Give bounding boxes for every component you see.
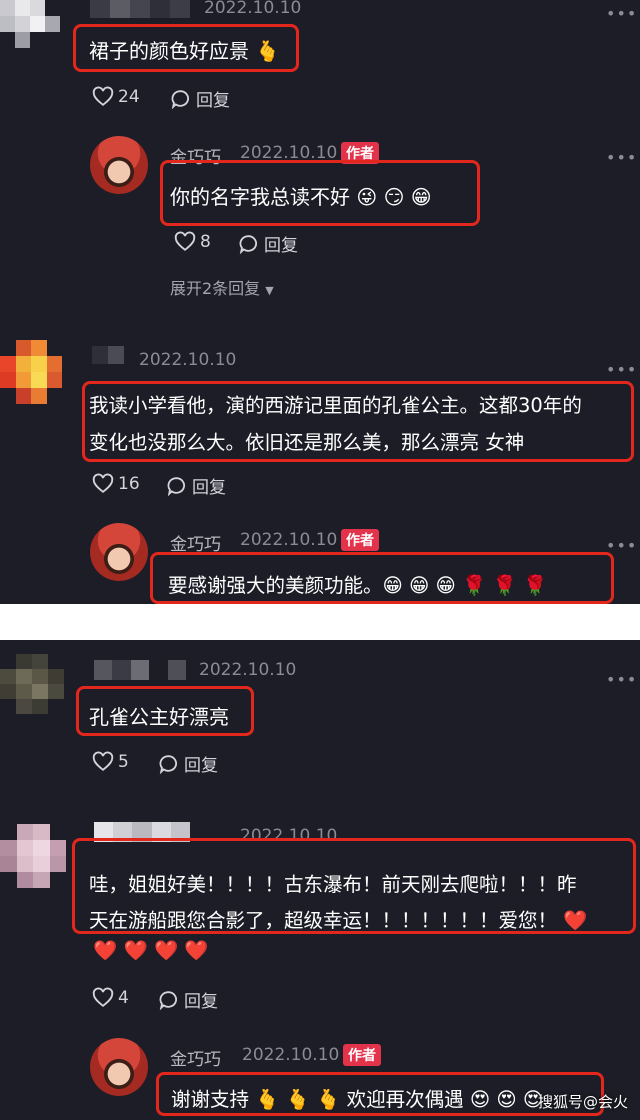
reply-button[interactable]: 回复 bbox=[170, 86, 230, 111]
like-count: 24 bbox=[118, 87, 140, 107]
comment-text: 你的名字我总读不好 😜 😏 😁 bbox=[170, 185, 432, 209]
more-icon[interactable]: ••• bbox=[606, 360, 637, 379]
comment-bubble-icon bbox=[158, 989, 180, 1011]
expand-replies-label: 展开2条回复 bbox=[170, 279, 261, 298]
comment-text-line-2: 天在游船跟您合影了，超级幸运！！！！！！！爱您！ ❤️ bbox=[89, 909, 588, 932]
comment-bubble-icon bbox=[170, 88, 192, 110]
comment-date: 2022.10.10 bbox=[240, 530, 338, 550]
like-count: 4 bbox=[118, 988, 129, 1008]
more-icon[interactable]: ••• bbox=[606, 148, 637, 167]
like-button[interactable]: 8 bbox=[174, 231, 211, 253]
comments-panel-top: 2022.10.10 ••• 裙子的颜色好应景 🫰 24 回复 金巧巧 2022… bbox=[0, 0, 640, 604]
like-count: 8 bbox=[200, 232, 211, 252]
comment-text: 裙子的颜色好应景 🫰 bbox=[89, 39, 281, 63]
heart-icon bbox=[174, 231, 196, 253]
comment-date: 2022.10.10 bbox=[204, 0, 302, 18]
reply-button[interactable]: 回复 bbox=[166, 473, 226, 498]
author-avatar[interactable] bbox=[90, 136, 148, 194]
comment-date: 2022.10.10 bbox=[242, 1045, 340, 1065]
author-badge: 作者 bbox=[341, 529, 379, 551]
comment-text-line-2: 变化也没那么大。依旧还是那么美，那么漂亮 女神 bbox=[89, 431, 525, 454]
comment-text-line-1: 我读小学看他，演的西游记里面的孔雀公主。这都30年的 bbox=[89, 394, 582, 417]
blurred-avatar bbox=[0, 0, 60, 48]
comment-text: 谢谢支持 🫰 🫰 🫰 欢迎再次偶遇 😍 😍 😍 bbox=[171, 1088, 544, 1111]
author-avatar[interactable] bbox=[90, 1038, 148, 1096]
comment-text: 要感谢强大的美颜功能。😁 😁 😁 🌹 🌹 🌹 bbox=[168, 574, 548, 597]
more-icon[interactable]: ••• bbox=[606, 536, 637, 555]
author-name[interactable]: 金巧巧 bbox=[170, 1045, 221, 1070]
comment-text-line-3: ❤️ ❤️ ❤️ ❤️ bbox=[93, 939, 209, 962]
blurred-username bbox=[90, 0, 190, 18]
blurred-avatar bbox=[0, 824, 66, 888]
watermark: 搜狐号@会火 bbox=[537, 1093, 628, 1111]
reply-button[interactable]: 回复 bbox=[158, 751, 218, 776]
like-button[interactable]: 24 bbox=[92, 86, 140, 108]
author-badge: 作者 bbox=[343, 1044, 381, 1066]
comment-bubble-icon bbox=[166, 475, 188, 497]
like-button[interactable]: 5 bbox=[92, 751, 129, 773]
reply-label: 回复 bbox=[196, 91, 230, 111]
reply-label: 回复 bbox=[264, 236, 298, 256]
reply-label: 回复 bbox=[184, 756, 218, 776]
blurred-avatar bbox=[0, 654, 64, 714]
comment-bubble-icon bbox=[238, 233, 260, 255]
caret-down-icon: ▼ bbox=[265, 284, 274, 297]
expand-replies-link[interactable]: 展开2条回复 ▼ bbox=[170, 275, 274, 299]
reply-button[interactable]: 回复 bbox=[238, 231, 298, 256]
comment-bubble-icon bbox=[158, 753, 180, 775]
author-avatar[interactable] bbox=[90, 523, 148, 581]
heart-icon bbox=[92, 473, 114, 495]
like-button[interactable]: 4 bbox=[92, 987, 129, 1009]
comments-panel-bottom: 2022.10.10 ••• 孔雀公主好漂亮 5 回复 2022.10.10 哇… bbox=[0, 640, 640, 1120]
like-count: 16 bbox=[118, 474, 140, 494]
reply-label: 回复 bbox=[192, 478, 226, 498]
like-count: 5 bbox=[118, 752, 129, 772]
blurred-username bbox=[94, 660, 186, 680]
like-button[interactable]: 16 bbox=[92, 473, 140, 495]
reply-label: 回复 bbox=[184, 992, 218, 1012]
blurred-username bbox=[92, 346, 124, 364]
more-icon[interactable]: ••• bbox=[606, 4, 637, 23]
comment-date: 2022.10.10 bbox=[199, 660, 297, 680]
comment-text: 孔雀公主好漂亮 bbox=[89, 705, 229, 729]
heart-icon bbox=[92, 987, 114, 1009]
reply-button[interactable]: 回复 bbox=[158, 987, 218, 1012]
heart-icon bbox=[92, 751, 114, 773]
more-icon[interactable]: ••• bbox=[606, 670, 637, 689]
comment-text-line-1: 哇，姐姐好美！！！！古东瀑布！前天刚去爬啦！！！昨 bbox=[89, 873, 577, 896]
comment-date: 2022.10.10 bbox=[139, 350, 237, 370]
blurred-avatar bbox=[0, 340, 62, 404]
heart-icon bbox=[92, 86, 114, 108]
